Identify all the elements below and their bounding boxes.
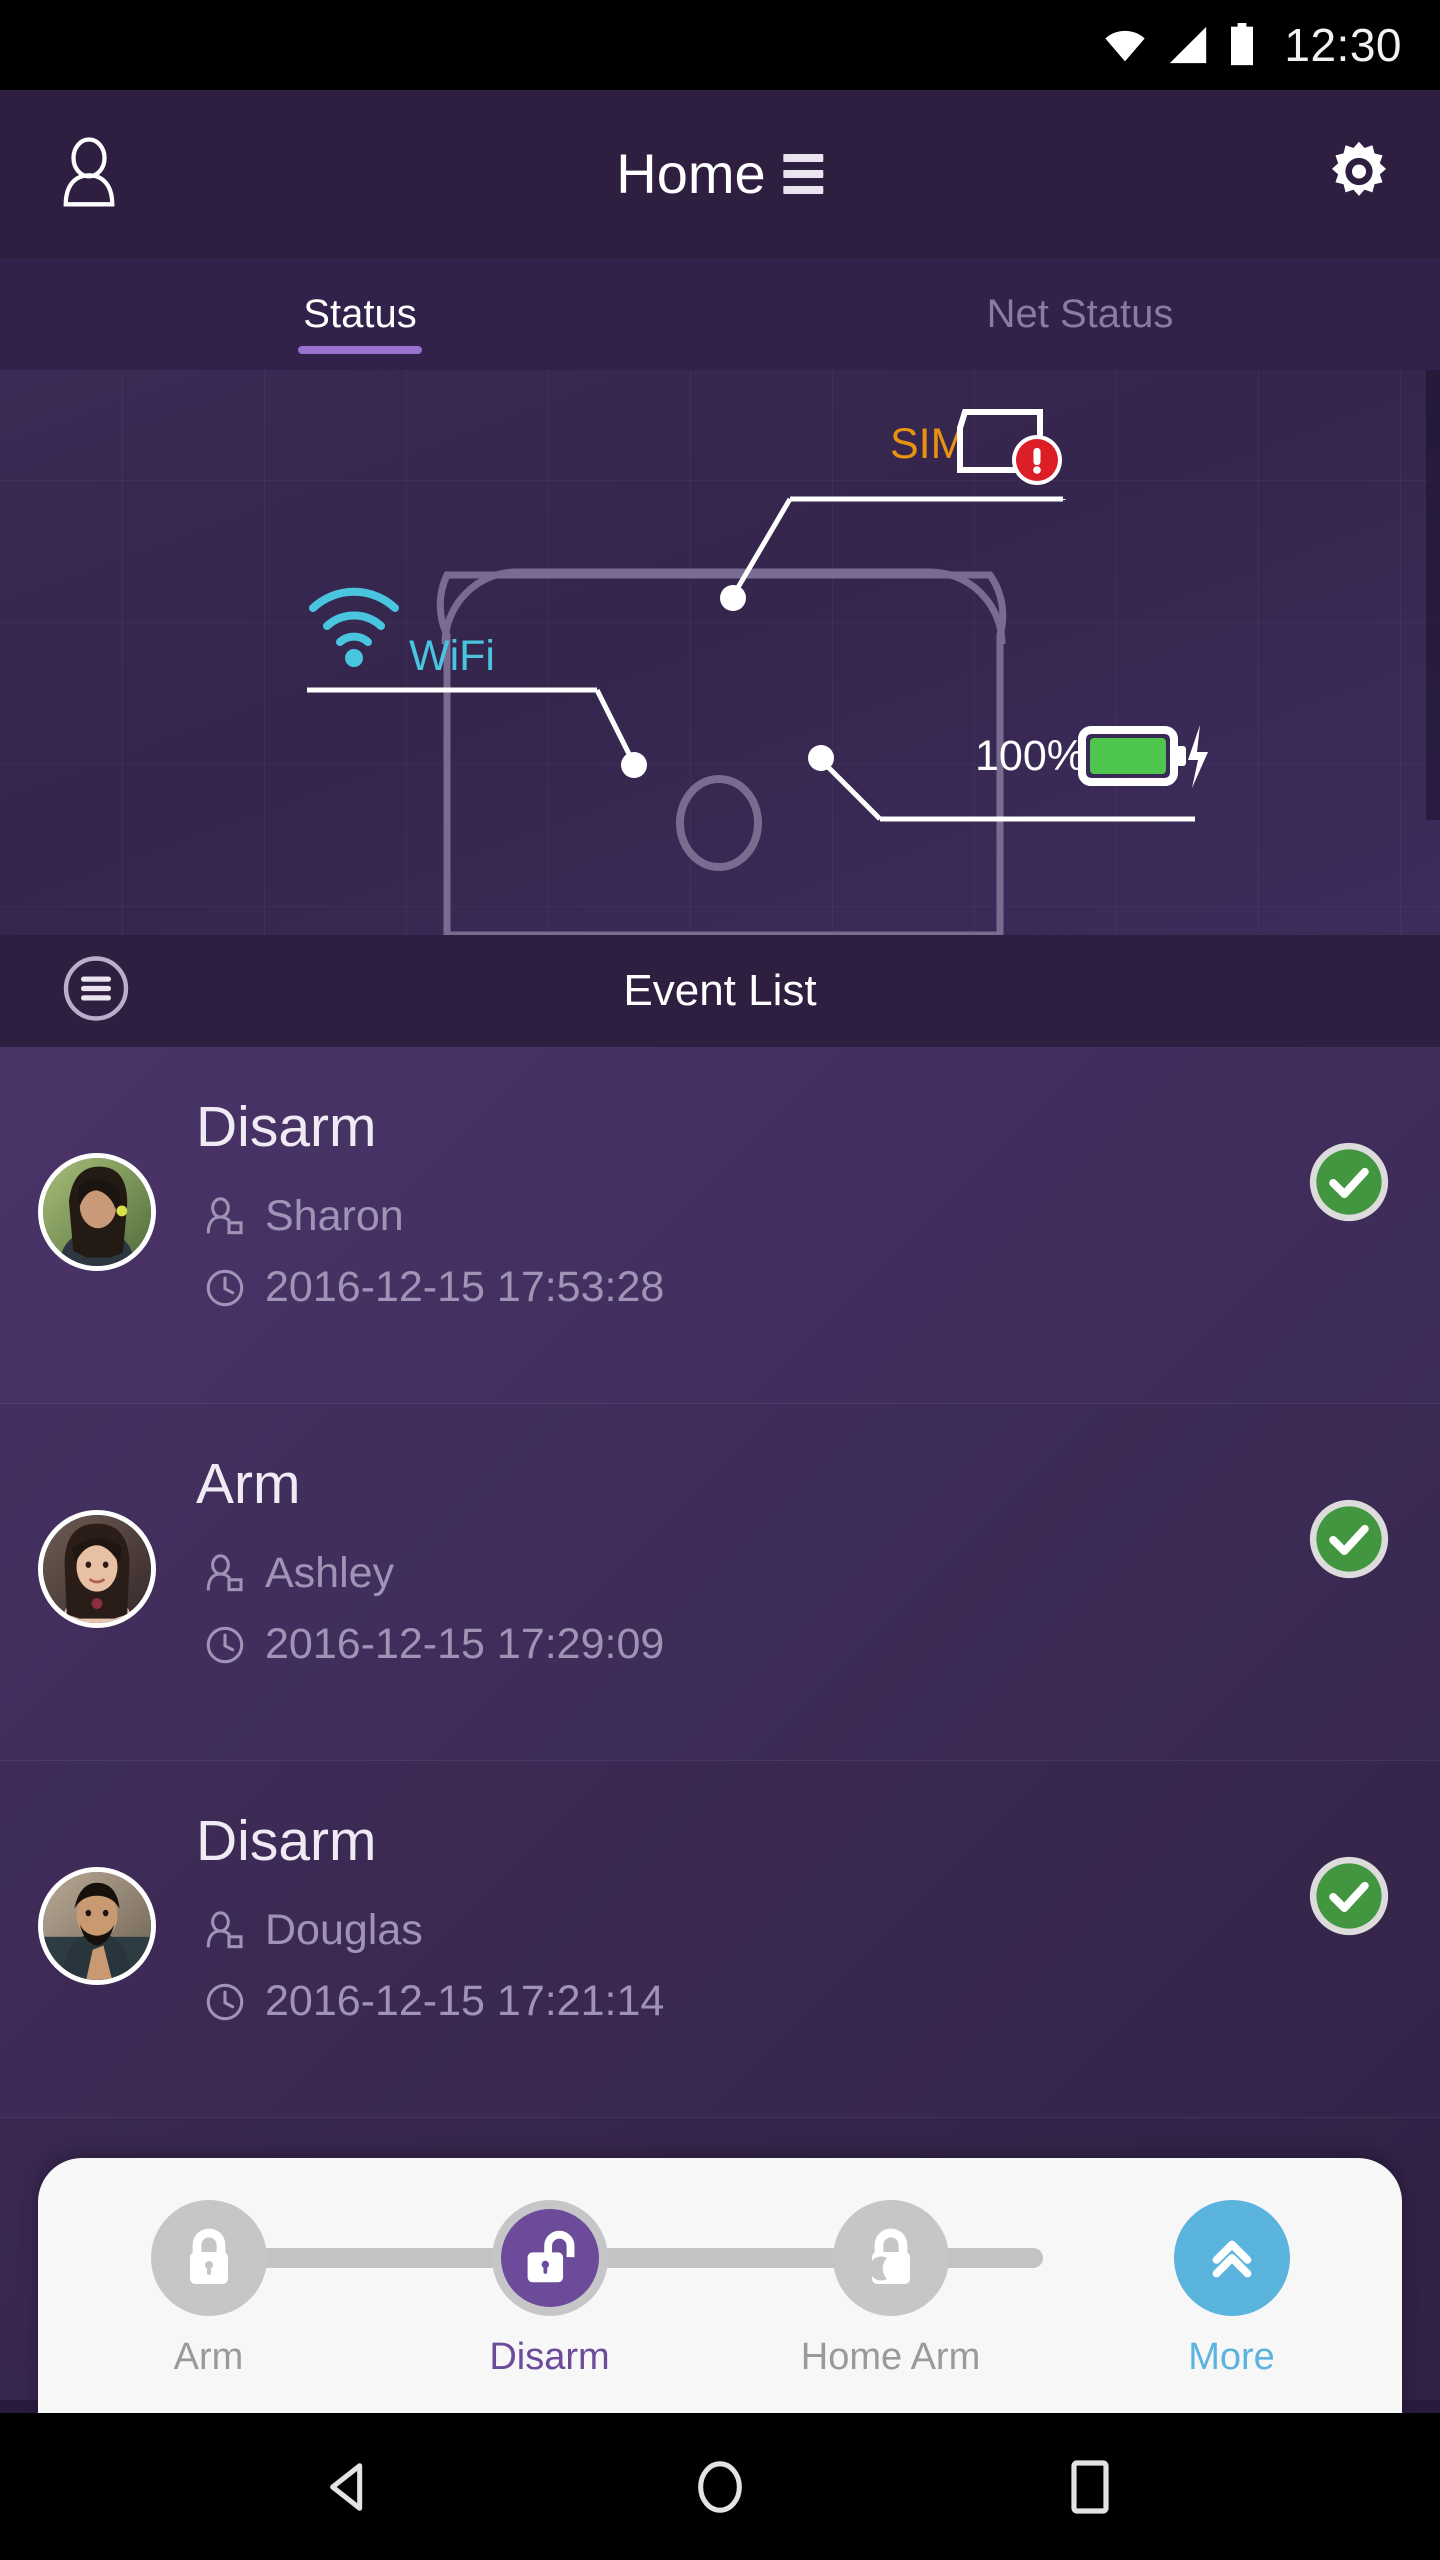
settings-button[interactable]: [1326, 139, 1392, 210]
event-user-name: Douglas: [265, 1906, 423, 1954]
tab-net-status[interactable]: Net Status: [720, 258, 1440, 370]
event-list-menu-button[interactable]: [62, 955, 130, 1028]
person-small-icon: [206, 1196, 243, 1234]
avatar-photo-sharon: [43, 1158, 151, 1266]
avatar-photo-douglas: [43, 1872, 151, 1980]
chevron-double-up-icon: [1212, 2240, 1251, 2278]
event-list-header: Event List: [0, 935, 1440, 1047]
action-bar: Arm Disarm Home Arm More: [38, 2158, 1402, 2413]
event-timestamp: 2016-12-15 17:53:28: [265, 1263, 665, 1311]
system-clock: 12:30: [1284, 19, 1402, 71]
avatar: [38, 1867, 156, 1985]
table-row[interactable]: Disarm Sharon 2016-12-15 17:53:28: [0, 1047, 1440, 1404]
arm-label: Arm: [173, 2336, 244, 2378]
lock-closed-icon: [189, 2228, 228, 2284]
action-home-arm[interactable]: Home Arm: [720, 2158, 1061, 2413]
wifi-signal-icon: [309, 587, 399, 667]
nav-recents-button[interactable]: [965, 2459, 1215, 2515]
event-action: Arm: [196, 1452, 301, 1516]
action-disarm[interactable]: Disarm: [379, 2158, 720, 2413]
home-arm-circle: [832, 2200, 949, 2316]
recents-square-icon: [1071, 2459, 1109, 2514]
event-action: Disarm: [196, 1809, 377, 1873]
lock-open-icon: [527, 2230, 574, 2283]
more-label: More: [1188, 2336, 1275, 2378]
home-arm-label: Home Arm: [800, 2336, 981, 2378]
battery-icon: [1231, 23, 1254, 66]
title-with-menu[interactable]: Home: [616, 142, 824, 205]
list-menu-icon[interactable]: [783, 154, 824, 194]
system-status-bar: 12:30: [0, 0, 1440, 90]
android-nav-bar: [0, 2413, 1440, 2560]
wifi-label: WiFi: [409, 632, 495, 680]
status-badge: [1309, 1142, 1389, 1222]
nav-back-button[interactable]: [225, 2458, 475, 2516]
action-more[interactable]: More: [1061, 2158, 1402, 2413]
tab-net-status-label: Net Status: [986, 292, 1174, 336]
phone-screen: 12:30 Home Status Net Status SIM WiFi 10…: [0, 0, 1440, 2560]
sim-label: SIM: [890, 420, 966, 468]
clock-icon: [206, 1626, 244, 1663]
home-circle-icon: [698, 2460, 742, 2513]
table-row[interactable]: Arm Ashley 2016-12-15 17:29:09: [0, 1404, 1440, 1761]
event-user-name: Sharon: [265, 1192, 404, 1240]
device-home-button: [676, 775, 762, 871]
person-small-icon: [206, 1553, 243, 1591]
clock-icon: [206, 1269, 244, 1306]
battery-charging-icon: [1078, 725, 1208, 788]
status-badge: [1309, 1499, 1389, 1579]
avatar: [38, 1153, 156, 1271]
device-diagram: SIM WiFi 100%: [307, 409, 1208, 935]
tab-status-label: Status: [303, 292, 417, 336]
action-arm[interactable]: Arm: [38, 2158, 379, 2413]
event-user: Ashley: [205, 1552, 394, 1595]
event-user: Sharon: [205, 1195, 404, 1238]
status-badge: [1309, 1856, 1389, 1936]
event-action: Disarm: [196, 1095, 377, 1159]
arm-circle: [150, 2200, 267, 2316]
status-panel-scrollbar[interactable]: [1426, 370, 1440, 820]
event-time: 2016-12-15 17:21:14: [205, 1980, 664, 2023]
wifi-leader-line: [307, 687, 647, 778]
more-circle: [1173, 2200, 1290, 2316]
event-timestamp: 2016-12-15 17:21:14: [265, 1977, 665, 2025]
battery-percent-label: 100%: [975, 732, 1085, 780]
event-list-title: Event List: [623, 966, 817, 1015]
avatar: [38, 1510, 156, 1628]
lock-moon-icon: [868, 2228, 910, 2284]
device-status-panel: SIM WiFi 100%: [0, 370, 1440, 935]
sim-error-badge: [1012, 435, 1062, 485]
profile-button[interactable]: [58, 137, 120, 212]
app-header-bar: Home: [0, 90, 1440, 258]
table-row[interactable]: Disarm Douglas 2016-12-15 17:21:14: [0, 1761, 1440, 2118]
clock-icon: [206, 1983, 244, 2020]
tab-bar: Status Net Status: [0, 258, 1440, 370]
event-user-name: Ashley: [265, 1549, 395, 1597]
tab-status[interactable]: Status: [0, 258, 720, 370]
event-user: Douglas: [205, 1909, 423, 1952]
back-triangle-icon: [330, 2462, 363, 2511]
disarm-label: Disarm: [489, 2336, 610, 2378]
gear-icon: [1331, 141, 1387, 196]
cellular-signal-icon: [1170, 26, 1207, 64]
event-timestamp: 2016-12-15 17:29:09: [265, 1620, 665, 1668]
person-small-icon: [206, 1910, 243, 1948]
event-time: 2016-12-15 17:29:09: [205, 1623, 664, 1666]
nav-home-button[interactable]: [595, 2458, 845, 2516]
event-time: 2016-12-15 17:53:28: [205, 1266, 664, 1309]
wifi-icon: [1105, 30, 1146, 62]
disarm-circle: [491, 2200, 608, 2316]
avatar-photo-ashley: [43, 1515, 151, 1623]
person-icon: [63, 137, 115, 207]
page-title: Home: [616, 142, 766, 205]
tab-active-indicator: [298, 346, 422, 354]
list-menu-circle-icon: [63, 956, 129, 1021]
